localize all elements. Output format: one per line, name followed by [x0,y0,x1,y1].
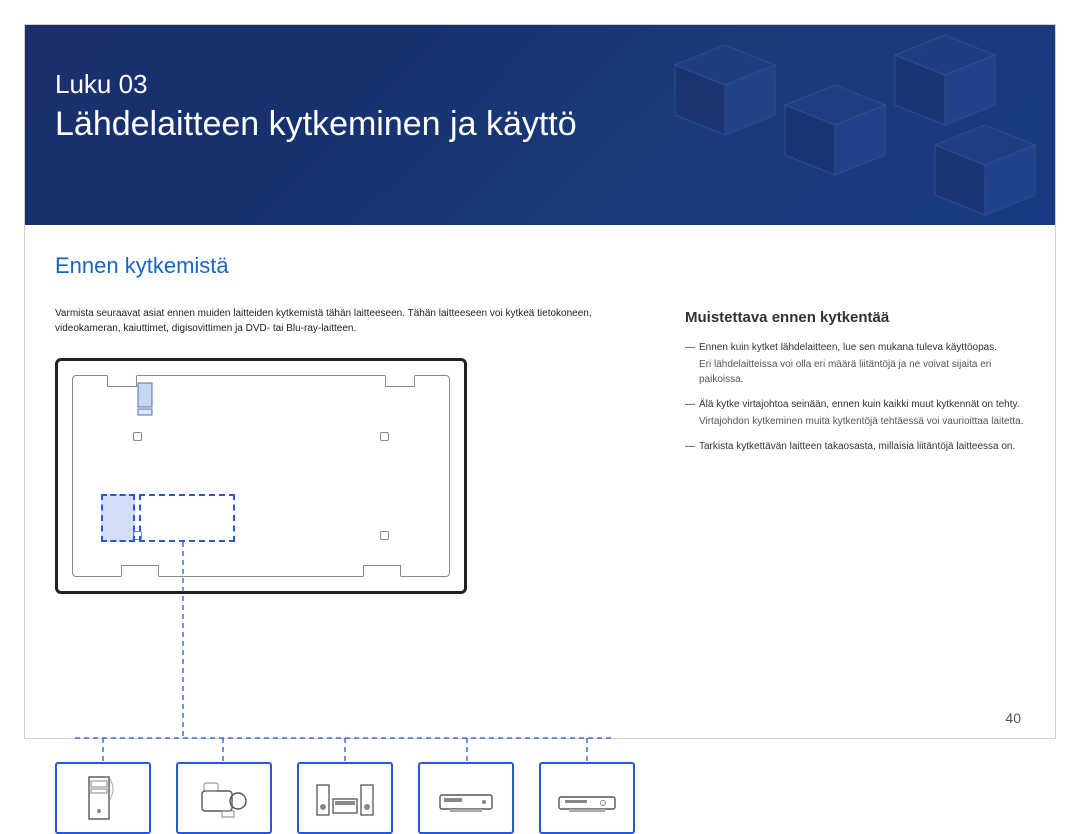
right-column: Muistettava ennen kytkentää Ennen kuin k… [685,307,1025,594]
list-item-main: Ennen kuin kytket lähdelaitteen, lue sen… [699,342,997,353]
list-item: Älä kytke virtajohtoa seinään, ennen kui… [685,397,1025,429]
checkpoints-subtitle: Muistettava ennen kytkentää [685,309,1025,326]
list-item-sub: Virtajohdon kytkeminen muita kytkentöjä … [699,414,1025,429]
chapter-banner: Luku 03 Lähdelaitteen kytkeminen ja käyt… [25,25,1055,225]
device-set-top-box [418,762,514,834]
checkpoints-list: Ennen kuin kytket lähdelaitteen, lue sen… [685,340,1025,454]
list-item-main: Tarkista kytkettävän laitteen takaosasta… [699,441,1015,452]
list-item: Tarkista kytkettävän laitteen takaosasta… [685,439,1025,454]
connector-block-icon [136,381,176,417]
section-title: Ennen kytkemistä [55,253,1025,279]
device-stereo-speakers [297,762,393,834]
intro-paragraph: Varmista seuraavat asiat ennen muiden la… [55,307,635,336]
page-number: 40 [1005,710,1021,726]
device-camcorder [176,762,272,834]
connection-diagram [55,358,635,594]
left-column: Varmista seuraavat asiat ennen muiden la… [55,307,635,594]
device-row [55,762,635,834]
page-frame: Luku 03 Lähdelaitteen kytkeminen ja käyt… [24,24,1056,739]
chapter-title: Lähdelaitteen kytkeminen ja käyttö [55,105,577,144]
list-item: Ennen kuin kytket lähdelaitteen, lue sen… [685,340,1025,387]
two-column-layout: Varmista seuraavat asiat ennen muiden la… [55,307,1025,594]
device-pc-tower [55,762,151,834]
list-item-sub: Eri lähdelaitteissa voi olla eri määrä l… [699,357,1025,387]
chapter-label: Luku 03 [55,69,148,100]
device-dvd-player [539,762,635,834]
display-inner-frame [72,375,450,577]
content-area: Ennen kytkemistä Varmista seuraavat asia… [55,253,1025,738]
banner-cubes-decor [635,25,1055,225]
display-rear-panel [55,358,467,594]
port-area-highlight-left [101,494,135,542]
list-item-main: Älä kytke virtajohtoa seinään, ennen kui… [699,399,1020,410]
port-area-highlight-right [139,494,235,542]
